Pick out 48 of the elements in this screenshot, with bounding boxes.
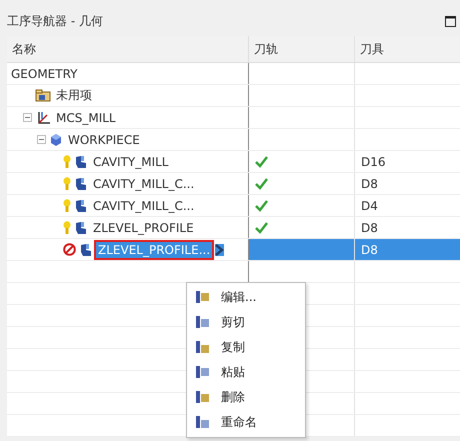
menu-item[interactable]: 复制 xyxy=(187,335,305,360)
node-label: CAVITY_MILL xyxy=(92,154,170,170)
node-label: 未用项 xyxy=(55,87,93,104)
tree-row[interactable]: 未用项 xyxy=(7,85,460,107)
node-label: GEOMETRY xyxy=(10,66,78,82)
tree-row[interactable]: WORKPIECE xyxy=(7,129,460,151)
node-label: WORKPIECE xyxy=(67,132,141,148)
command-icon xyxy=(195,415,211,430)
folder-icon xyxy=(35,89,51,102)
node-label: MCS_MILL xyxy=(55,110,117,126)
collapse-icon[interactable] xyxy=(23,113,32,122)
column-header[interactable]: 名称 xyxy=(7,36,249,62)
tree-row[interactable]: MCS_MILL xyxy=(7,107,460,129)
operation-icon xyxy=(79,242,93,256)
command-icon xyxy=(195,290,211,305)
maximize-icon[interactable] xyxy=(445,16,456,26)
command-icon xyxy=(195,365,211,380)
command-icon xyxy=(195,390,211,405)
tool-cell: D8 xyxy=(361,176,378,190)
tree-row[interactable]: CAVITY_MILL D16 xyxy=(7,151,460,173)
operation-icon xyxy=(74,154,88,168)
workpiece-icon xyxy=(49,132,63,146)
chevron-icon[interactable] xyxy=(215,244,224,256)
panel-title: 工序导航器 - 几何 xyxy=(7,12,103,30)
node-label: CAVITY_MILL_C... xyxy=(92,176,196,192)
node-label: ZLEVEL_PROFILE... xyxy=(96,242,212,258)
menu-item[interactable]: 剪切 xyxy=(187,310,305,335)
menu-item[interactable]: 编辑... xyxy=(187,285,305,310)
node-label: ZLEVEL_PROFILE xyxy=(92,220,195,236)
column-header[interactable]: 刀具 xyxy=(355,36,460,62)
tool-cell: D4 xyxy=(361,198,378,212)
column-header[interactable]: 刀轨 xyxy=(249,36,355,62)
collapse-icon[interactable] xyxy=(37,135,46,144)
tree-row[interactable]: CAVITY_MILL_C... D4 xyxy=(7,195,460,217)
tool-cell: D8 xyxy=(361,220,378,234)
tree-row[interactable]: GEOMETRY xyxy=(7,63,460,85)
menu-item[interactable]: 重命名 xyxy=(187,410,305,435)
menu-item[interactable]: 删除 xyxy=(187,385,305,410)
operation-icon xyxy=(74,220,88,234)
tool-cell: D16 xyxy=(361,154,386,168)
command-icon xyxy=(195,315,211,330)
operation-icon xyxy=(74,198,88,212)
tree-row[interactable]: CAVITY_MILL_C... D8 xyxy=(7,173,460,195)
operation-icon xyxy=(74,176,88,190)
menu-item[interactable]: 粘贴 xyxy=(187,360,305,385)
node-label: CAVITY_MILL_C... xyxy=(92,198,196,214)
command-icon xyxy=(195,340,211,355)
tool-cell: D8 xyxy=(361,242,378,256)
